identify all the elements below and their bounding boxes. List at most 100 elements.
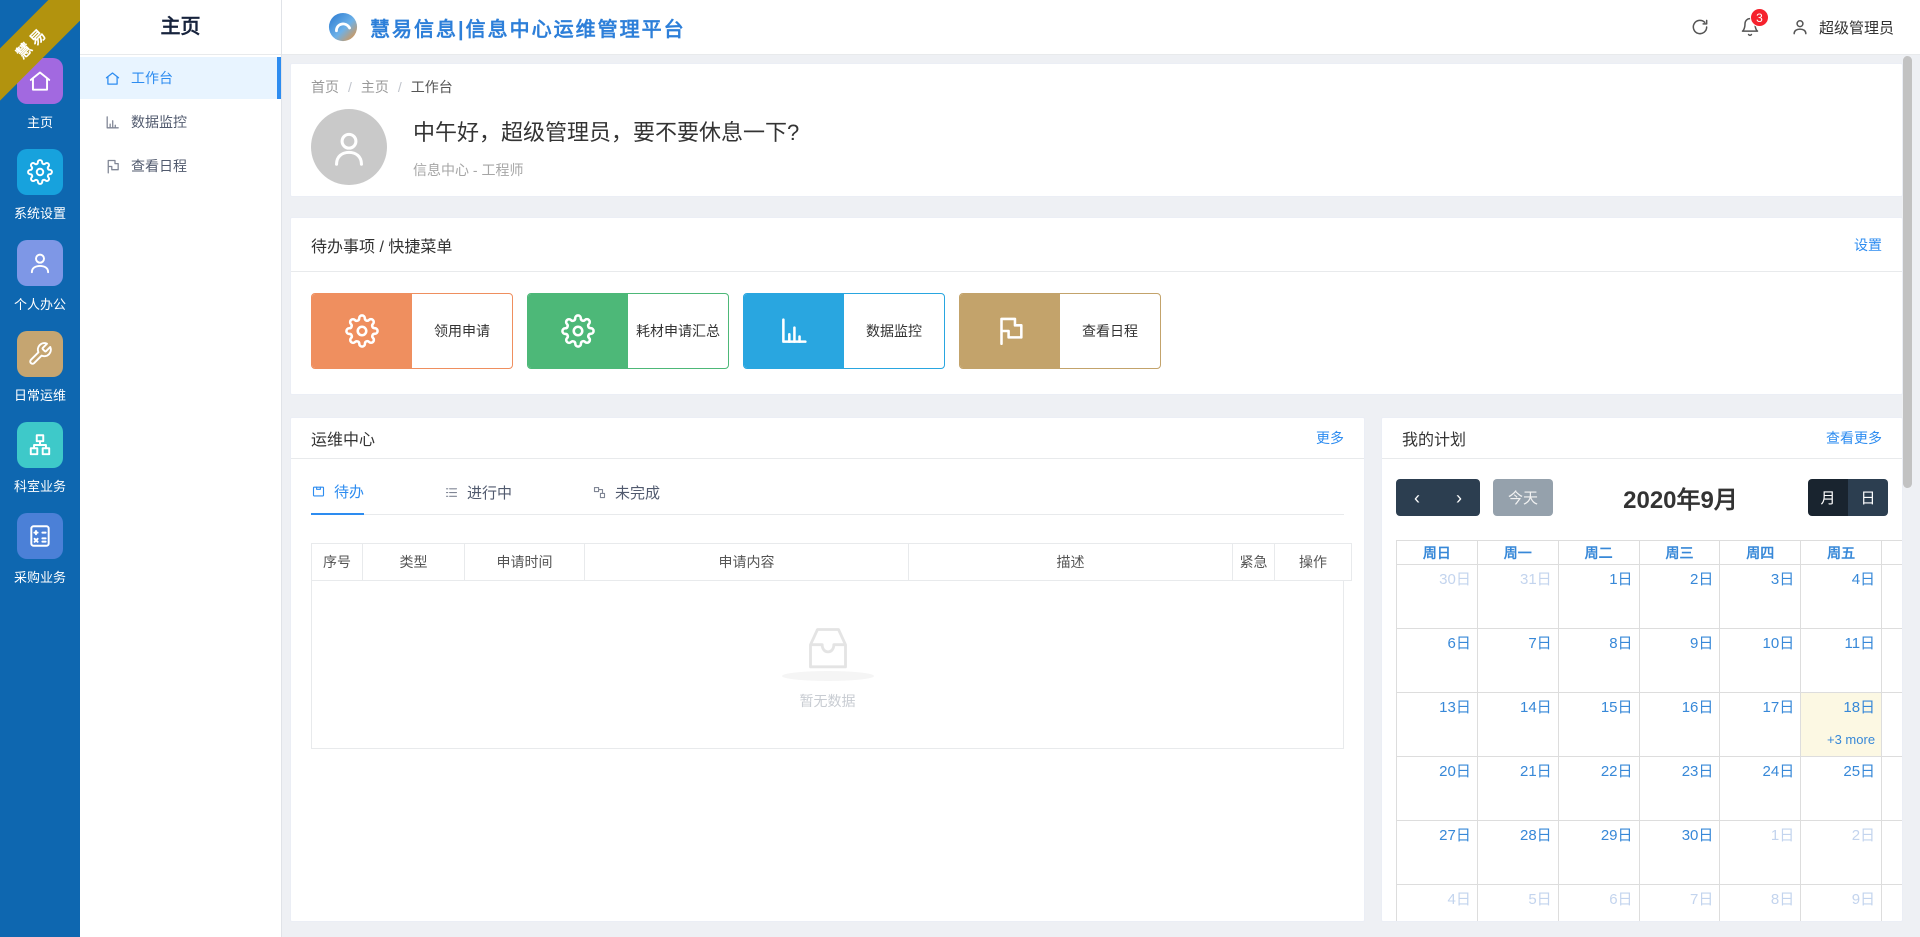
plan-panel-title: 我的计划	[1402, 426, 1466, 450]
calendar-cell[interactable]: 7日	[1477, 629, 1558, 693]
calendar-cell[interactable]: 13日	[1397, 693, 1478, 757]
notification-bell-icon[interactable]: 3	[1740, 17, 1760, 37]
module-nav-item[interactable]: 数据监控	[80, 101, 281, 143]
calendar-cell[interactable]: 25日	[1801, 757, 1882, 821]
view-more-link[interactable]: 查看更多	[1826, 428, 1882, 448]
calendar-cell[interactable]: 10日	[1720, 629, 1801, 693]
scrollbar-thumb[interactable]	[1903, 56, 1912, 488]
calendar-cell[interactable]: 15日	[1558, 693, 1639, 757]
calendar-cell[interactable]: 31日	[1477, 565, 1558, 629]
shortcut-card[interactable]: 领用申请	[311, 293, 513, 369]
calendar-cell[interactable]: 23日	[1639, 757, 1720, 821]
my-plan-panel: 我的计划 查看更多 ‹ › 今天 2020年9月 月	[1381, 417, 1903, 922]
calendar-cell[interactable]	[1882, 629, 1902, 693]
calendar-cell[interactable]: 22日	[1558, 757, 1639, 821]
calendar-date: 14日	[1520, 699, 1552, 716]
content-area: 首页/主页/工作台 中午好，超级管理员，要不要休息一下? 信息中心 - 工程师 …	[282, 55, 1920, 937]
today-button[interactable]: 今天	[1493, 479, 1553, 516]
app-nav-label: 个人办公	[14, 294, 66, 313]
calendar-cell[interactable]: 18日+3 more	[1801, 693, 1882, 757]
calendar-cell[interactable]: 8日	[1558, 629, 1639, 693]
next-month-button[interactable]: ›	[1438, 479, 1480, 516]
breadcrumb-item[interactable]: 主页	[361, 79, 389, 95]
calendar-cell[interactable]: 4日	[1397, 885, 1478, 922]
calendar-cell[interactable]: 8日	[1720, 885, 1801, 922]
breadcrumb: 首页/主页/工作台	[311, 77, 1882, 97]
calendar-cell[interactable]: 9日	[1639, 629, 1720, 693]
calendar-date: 4日	[1852, 571, 1875, 588]
module-nav-item[interactable]: 查看日程	[80, 145, 281, 187]
calendar-cell[interactable]: 16日	[1639, 693, 1720, 757]
ops-tab[interactable]: 进行中	[444, 481, 512, 515]
breadcrumb-separator: /	[348, 79, 352, 95]
calendar-cell[interactable]: 6日	[1397, 629, 1478, 693]
day-view-button[interactable]: 日	[1848, 479, 1888, 516]
app-nav-item[interactable]: 系统设置	[14, 149, 66, 222]
calendar-cell[interactable]: 20日	[1397, 757, 1478, 821]
module-nav-item[interactable]: 工作台	[80, 57, 281, 99]
ops-tab[interactable]: 待办	[311, 481, 364, 515]
app-nav-item[interactable]: 个人办公	[14, 240, 66, 313]
calendar-cell[interactable]: 1日	[1558, 565, 1639, 629]
calendar-cell[interactable]: 11日	[1801, 629, 1882, 693]
calendar-cell[interactable]	[1882, 885, 1902, 922]
calendar-weekday	[1882, 541, 1902, 565]
breadcrumb-item[interactable]: 首页	[311, 79, 339, 95]
more-events-link[interactable]: +3 more	[1807, 732, 1875, 747]
calendar-cell[interactable]: 17日	[1720, 693, 1801, 757]
calendar-cell[interactable]: 3日	[1720, 565, 1801, 629]
calendar-view-toggle: 月 日	[1808, 479, 1888, 516]
calendar-cell[interactable]: 29日	[1558, 821, 1639, 885]
shortcut-card[interactable]: 查看日程	[959, 293, 1161, 369]
calendar-cell[interactable]: 7日	[1639, 885, 1720, 922]
calendar-cell[interactable]	[1882, 693, 1902, 757]
module-sidebar: 主页 工作台数据监控查看日程	[80, 0, 282, 937]
calendar-row: 30日31日1日 2日 3日 4日	[1397, 565, 1903, 629]
calendar-nav-group: ‹ ›	[1396, 479, 1480, 516]
calendar-cell[interactable]: 2日	[1639, 565, 1720, 629]
prev-month-button[interactable]: ‹	[1396, 479, 1438, 516]
shortcut-label: 查看日程	[1060, 294, 1160, 368]
user-menu[interactable]: 超级管理员	[1790, 17, 1894, 38]
shortcut-cards: 领用申请 耗材申请汇总数据监控 查看日程	[291, 272, 1902, 390]
shortcut-label: 耗材申请汇总	[628, 294, 728, 368]
calendar-cell[interactable]: 9日	[1801, 885, 1882, 922]
ops-table-header-cell: 类型	[363, 544, 465, 581]
app-nav-item[interactable]: 采购业务	[14, 513, 66, 586]
more-link[interactable]: 更多	[1316, 428, 1344, 448]
user-icon	[1790, 17, 1810, 37]
calendar-cell[interactable]: 5日	[1477, 885, 1558, 922]
calendar-cell[interactable]: 2日	[1801, 821, 1882, 885]
calendar-cell[interactable]	[1882, 565, 1902, 629]
calendar-cell[interactable]: 4日	[1801, 565, 1882, 629]
calendar-cell[interactable]: 30日	[1639, 821, 1720, 885]
app-nav-item[interactable]: 日常运维	[14, 331, 66, 404]
calendar-cell[interactable]: 6日	[1558, 885, 1639, 922]
calendar-cell[interactable]: 28日	[1477, 821, 1558, 885]
calendar-cell[interactable]: 27日	[1397, 821, 1478, 885]
calendar-cell[interactable]: 14日	[1477, 693, 1558, 757]
month-view-button[interactable]: 月	[1808, 479, 1848, 516]
refresh-icon[interactable]	[1690, 17, 1710, 37]
calendar-date: 2日	[1690, 571, 1713, 588]
calendar-cell[interactable]: 21日	[1477, 757, 1558, 821]
calendar-date: 16日	[1682, 699, 1714, 716]
top-header: 慧易信息|信息中心运维管理平台 3 超级管理员	[282, 0, 1920, 55]
plan-panel-header: 我的计划 查看更多	[1382, 418, 1902, 459]
shortcut-card[interactable]: 耗材申请汇总	[527, 293, 729, 369]
calendar-cell[interactable]	[1882, 821, 1902, 885]
shortcut-card[interactable]: 数据监控	[743, 293, 945, 369]
empty-inbox-icon	[796, 619, 860, 675]
ops-tab[interactable]: 未完成	[592, 481, 660, 515]
app-sidebar: 慧易 主页系统设置个人办公日常运维科室业务采购业务	[0, 0, 80, 937]
settings-link[interactable]: 设置	[1854, 235, 1882, 255]
calendar-cell[interactable]: 30日	[1397, 565, 1478, 629]
module-nav: 工作台数据监控查看日程	[80, 57, 281, 187]
calendar-cell[interactable]: 24日	[1720, 757, 1801, 821]
breadcrumb-item[interactable]: 工作台	[411, 79, 453, 95]
app-nav-item[interactable]: 科室业务	[14, 422, 66, 495]
calendar-cell[interactable]	[1882, 757, 1902, 821]
calendar-cell[interactable]: 1日	[1720, 821, 1801, 885]
module-nav-label: 数据监控	[131, 112, 187, 132]
calendar-date: 7日	[1690, 891, 1713, 908]
